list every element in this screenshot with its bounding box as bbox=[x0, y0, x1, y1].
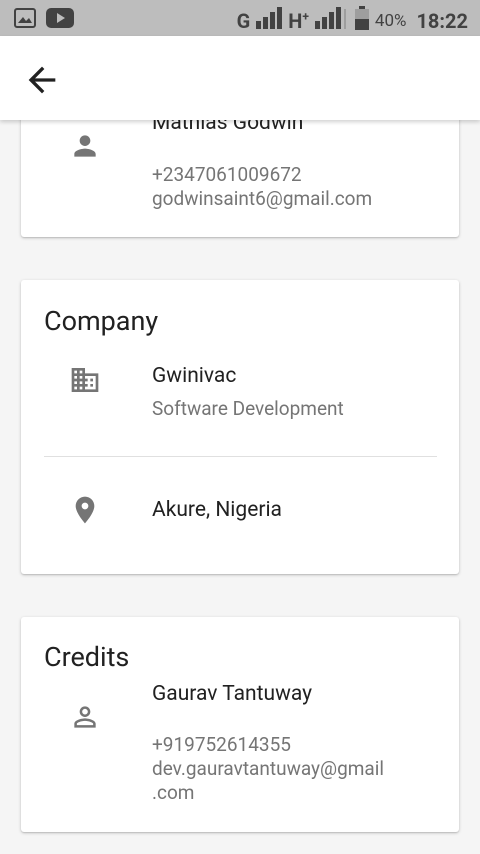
credits-card: Credits Gaurav Tantuway +919752614355 de… bbox=[21, 617, 459, 832]
company-card: Company Gwinivac Software Development Ak… bbox=[21, 280, 459, 574]
battery-icon bbox=[354, 6, 369, 35]
person-outline-icon bbox=[69, 701, 101, 733]
credits-name: Gaurav Tantuway bbox=[152, 682, 313, 706]
owner-email[interactable]: godwinsaint6@gmail.com bbox=[152, 187, 372, 210]
location-pin-icon bbox=[69, 494, 101, 526]
company-name: Gwinivac bbox=[152, 364, 237, 388]
arrow-back-icon bbox=[28, 66, 56, 94]
company-divider bbox=[44, 456, 437, 457]
company-type: Software Development bbox=[152, 397, 344, 420]
youtube-icon bbox=[46, 8, 74, 32]
network-type-h: H+ bbox=[288, 9, 309, 33]
clock: 18:22 bbox=[416, 8, 468, 33]
owner-phone[interactable]: +2347061009672 bbox=[152, 163, 302, 186]
back-button[interactable] bbox=[22, 60, 62, 100]
company-card-title: Company bbox=[44, 305, 159, 337]
credits-card-title: Credits bbox=[44, 641, 130, 673]
battery-percentage: 40% bbox=[374, 10, 407, 31]
network-h-plus: + bbox=[302, 8, 309, 23]
credits-email-line2[interactable]: .com bbox=[152, 781, 194, 804]
credits-email-line1[interactable]: dev.gauravtantuway@gmail bbox=[152, 757, 384, 780]
signal-icon-2 bbox=[314, 7, 349, 34]
signal-icon bbox=[256, 7, 283, 34]
app-bar bbox=[0, 36, 480, 120]
status-bar-notifications bbox=[14, 8, 74, 32]
company-location[interactable]: Akure, Nigeria bbox=[152, 498, 282, 522]
network-type-g: G bbox=[236, 8, 251, 33]
image-icon bbox=[14, 8, 36, 32]
person-icon bbox=[69, 130, 101, 162]
business-icon bbox=[69, 364, 101, 396]
network-h-label: H bbox=[288, 8, 303, 33]
status-bar: G H+ 40% 18:22 bbox=[0, 0, 480, 36]
credits-phone[interactable]: +919752614355 bbox=[152, 733, 291, 756]
status-bar-system: G H+ 40% 18:22 bbox=[237, 6, 468, 35]
